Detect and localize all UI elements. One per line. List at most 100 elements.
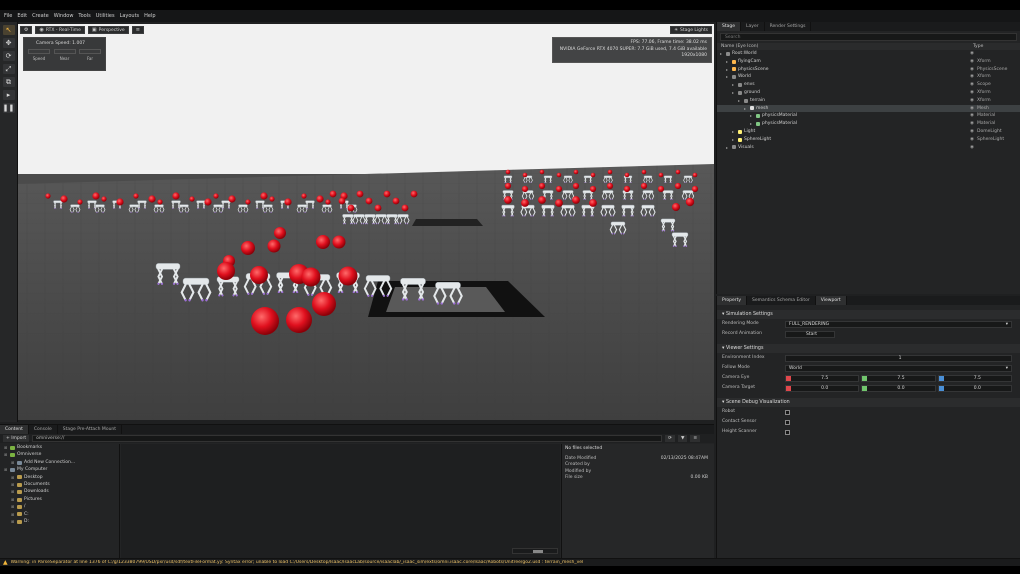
debug-contact-checkbox[interactable] <box>785 419 790 425</box>
rendering-mode-dropdown[interactable]: FULL_RENDERING ▾ <box>785 320 1012 328</box>
camera-target-x-field[interactable]: 0.0 <box>785 384 860 392</box>
content-tree-item[interactable]: ⊞ Pictures <box>0 496 119 503</box>
visibility-eye-icon[interactable]: ◉ <box>967 73 977 81</box>
stage-tree-row[interactable]: ▸ physicsMaterial ◉ Material <box>717 112 1020 120</box>
visibility-eye-icon[interactable]: ◉ <box>967 136 977 144</box>
visibility-eye-icon[interactable]: ◉ <box>967 144 977 152</box>
refresh-button[interactable]: ⟳ <box>665 435 675 442</box>
expand-arrow-icon[interactable]: ⊞ <box>4 451 8 458</box>
expand-arrow-icon[interactable]: ▸ <box>726 66 730 74</box>
visibility-eye-icon[interactable]: ◉ <box>967 105 977 113</box>
tab-stage-pre-attach-mount[interactable]: Stage Pre-Attach Mount <box>58 425 123 434</box>
menu-help[interactable]: Help <box>144 13 155 19</box>
camera-button[interactable]: ▣ Perspective <box>87 26 129 34</box>
tab-viewport[interactable]: Viewport <box>815 296 847 305</box>
content-tree-item[interactable]: ⊞ My Computer <box>0 466 119 473</box>
camera-eye-z-field[interactable]: 7.5 <box>937 374 1012 382</box>
content-tree-item[interactable]: ⊞ Omniverse <box>0 451 119 458</box>
path-field[interactable]: omniverse:// <box>32 435 663 442</box>
viewer-settings-header[interactable]: ▾ Viewer Settings <box>717 344 1020 353</box>
tab-semantics-schema-editor[interactable]: Semantics Schema Editor <box>747 296 816 305</box>
select-icon[interactable]: ↖ <box>2 25 15 35</box>
visibility-eye-icon[interactable]: ◉ <box>967 112 977 120</box>
expand-arrow-icon[interactable]: ⊞ <box>11 503 15 510</box>
viewport[interactable]: ⚙ ◉ RTX - Real-Time ▣ Perspective ≡ ☀ Stage… <box>18 24 714 420</box>
tab-render-settings[interactable]: Render Settings <box>765 22 812 31</box>
menu-create[interactable]: Create <box>32 13 49 19</box>
rotate-icon[interactable]: ⟳ <box>2 51 15 61</box>
tab-content[interactable]: Content <box>0 425 29 434</box>
expand-arrow-icon[interactable]: ▸ <box>750 120 754 128</box>
stage-tree-row[interactable]: ▸ ground ◉ Xform <box>717 89 1020 97</box>
menu-file[interactable]: File <box>4 13 12 19</box>
stage-lights-button[interactable]: ☀ Stage Lights <box>669 26 712 34</box>
tab-layer[interactable]: Layer <box>741 22 765 31</box>
simulation-settings-header[interactable]: ▾ Simulation Settings <box>717 310 1020 319</box>
expand-arrow-icon[interactable]: ▸ <box>726 73 730 81</box>
expand-arrow-icon[interactable]: ▸ <box>732 81 736 89</box>
expand-arrow-icon[interactable]: ⊞ <box>11 496 15 503</box>
camera-target-y-field[interactable]: 0.0 <box>861 384 936 392</box>
expand-arrow-icon[interactable]: ⊞ <box>4 444 8 451</box>
env-index-field[interactable]: 1 <box>785 354 1012 362</box>
stage-tree-row[interactable]: ▸ Visuals ◉ <box>717 144 1020 152</box>
stage-tree-row[interactable]: ▸ physicsMaterial ◉ Material <box>717 120 1020 128</box>
content-tree-item[interactable]: ⊞ Desktop <box>0 474 119 481</box>
expand-arrow-icon[interactable]: ▸ <box>732 136 736 144</box>
expand-arrow-icon[interactable]: ⊞ <box>11 488 15 495</box>
expand-arrow-icon[interactable]: ▸ <box>726 58 730 66</box>
menu-layouts[interactable]: Layouts <box>120 13 140 19</box>
expand-arrow-icon[interactable]: ▸ <box>732 89 736 97</box>
content-file-grid[interactable] <box>121 444 560 558</box>
camera-eye-y-field[interactable]: 7.5 <box>861 374 936 382</box>
follow-mode-dropdown[interactable]: World ▾ <box>785 364 1012 372</box>
stage-tree-row[interactable]: ▸ Root:World ◉ <box>717 50 1020 58</box>
visibility-eye-icon[interactable]: ◉ <box>967 81 977 89</box>
expand-arrow-icon[interactable]: ▸ <box>744 105 748 113</box>
move-icon[interactable]: ✥ <box>2 38 15 48</box>
filter-button[interactable]: ▼ <box>677 435 688 442</box>
visibility-eye-icon[interactable]: ◉ <box>967 89 977 97</box>
settings-button[interactable]: ⚙ <box>20 26 33 34</box>
scale-icon[interactable]: ⤢ <box>2 64 15 74</box>
content-tree-item[interactable]: ⊞ C: <box>0 511 119 518</box>
menu-window[interactable]: Window <box>54 13 74 19</box>
render-mode-button[interactable]: ◉ RTX - Real-Time <box>35 26 85 34</box>
content-tree-item[interactable]: ⊞ Documents <box>0 481 119 488</box>
menu-utilities[interactable]: Utilities <box>96 13 115 19</box>
expand-arrow-icon[interactable]: ⊞ <box>11 459 15 466</box>
content-tree-item[interactable]: ⊞ Downloads <box>0 488 119 495</box>
camera-eye-x-field[interactable]: 7.5 <box>785 374 860 382</box>
stage-tree-row[interactable]: ▸ terrain ◉ Xform <box>717 97 1020 105</box>
stage-tree-row[interactable]: ▸ envs ◉ Scope <box>717 81 1020 89</box>
menu-tools[interactable]: Tools <box>78 13 90 19</box>
visibility-eye-icon[interactable]: ◉ <box>967 58 977 66</box>
stage-tree-row[interactable]: ▸ physicsScene ◉ PhysicsScene <box>717 66 1020 74</box>
expand-arrow-icon[interactable]: ⊞ <box>11 481 15 488</box>
record-start-button[interactable]: Start <box>785 330 835 338</box>
tab-stage[interactable]: Stage <box>717 22 742 31</box>
stage-tree-row[interactable]: ▸ World ◉ Xform <box>717 73 1020 81</box>
tab-console[interactable]: Console <box>29 425 58 434</box>
thumbnail-size-slider[interactable] <box>512 548 558 554</box>
visibility-eye-icon[interactable]: ◉ <box>967 50 977 58</box>
import-button[interactable]: + Import <box>3 435 30 442</box>
expand-arrow-icon[interactable]: ⊞ <box>11 474 15 481</box>
pause-icon[interactable]: ❚❚ <box>2 103 15 113</box>
debug-robot-checkbox[interactable] <box>785 409 790 415</box>
menu-button[interactable]: ≡ <box>131 26 144 34</box>
content-tree-item[interactable]: ⊞ D: <box>0 518 119 525</box>
stage-search-input[interactable]: Search <box>720 33 1017 41</box>
debug-height-checkbox[interactable] <box>785 429 790 435</box>
tab-property[interactable]: Property <box>717 296 748 305</box>
stage-tree-row[interactable]: ▸ Light ◉ DomeLight <box>717 128 1020 136</box>
visibility-eye-icon[interactable]: ◉ <box>967 128 977 136</box>
expand-arrow-icon[interactable]: ▸ <box>720 50 724 58</box>
options-button[interactable]: ≡ <box>690 435 701 442</box>
content-tree-item[interactable]: ⊞ Add New Connection... <box>0 459 119 466</box>
expand-arrow-icon[interactable]: ▸ <box>732 128 736 136</box>
stage-tree-row[interactable]: ▸ SphereLight ◉ SphereLight <box>717 136 1020 144</box>
stage-tree-row[interactable]: ▸ mesh ◉ Mesh <box>717 104 1020 113</box>
scene-debug-header[interactable]: ▾ Scene Debug Visualization <box>717 398 1020 407</box>
slider-thumb[interactable] <box>533 550 543 553</box>
